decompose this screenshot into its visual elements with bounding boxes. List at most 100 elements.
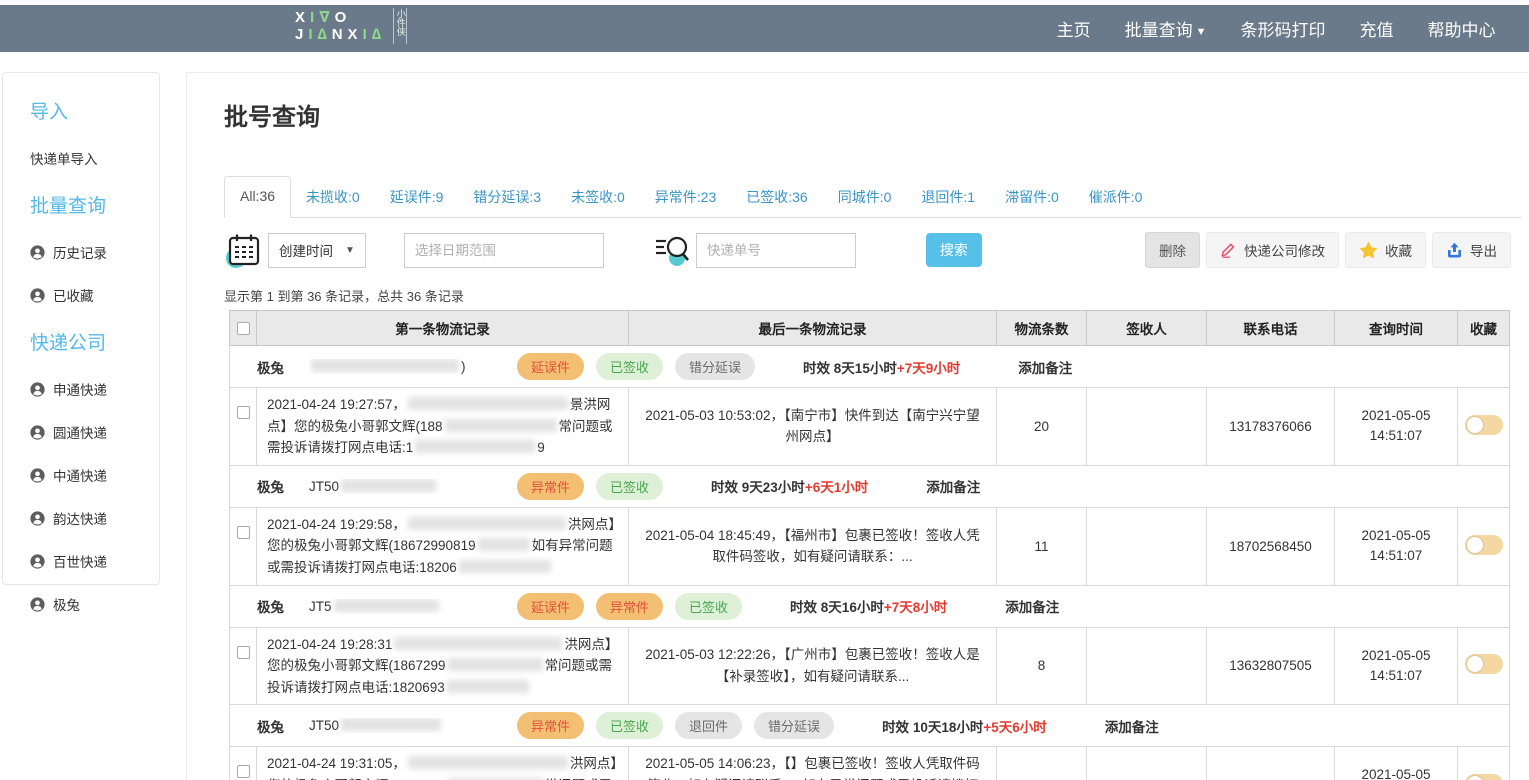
last-record-cell: 2021-05-03 12:22:26，【广州市】包裹已签收！签收人是【补录签收… [629,627,997,705]
shipment-summary: 极兔)延误件已签收错分延误时效 8天15小时+7天9小时添加备注 [230,353,1509,380]
first-record-cell: 2021-04-24 19:29:58，洪网点】您的极兔小哥郭文辉(186729… [257,507,629,585]
record-text: 2021-04-24 19:29:58， [267,517,406,532]
row-checkbox[interactable] [237,646,250,659]
record-text: 2021-04-24 19:27:57， [267,397,406,412]
page-title: 批号查询 [224,97,1521,132]
column-header-4: 联系电话 [1207,311,1335,346]
last-record-cell: 2021-05-04 18:45:49，【福州市】包裹已签收！签收人凭取件码签收… [629,507,997,585]
sidebar-heading-couriers: 快递公司 [30,328,159,355]
add-note-link[interactable]: 添加备注 [1018,357,1072,377]
nav-item-help-center[interactable]: 帮助中心 [1428,16,1496,41]
favorite-toggle[interactable] [1465,654,1503,674]
export-button[interactable]: 导出 [1432,232,1511,268]
tab-delayed[interactable]: 延误件:9 [375,176,459,218]
logistics-count-cell: 12 [997,747,1087,780]
sidebar-item-jitu[interactable]: 极兔 [30,594,159,614]
tab-missort-delay[interactable]: 错分延误:3 [458,176,556,218]
courier-name: 极兔 [257,716,284,736]
tracking-number: JT50 [309,479,481,494]
row-checkbox[interactable] [237,526,250,539]
query-clock: 14:51:07 [1335,426,1457,446]
calendar-icon [224,231,264,269]
row-select-cell [230,388,257,466]
add-note-link[interactable]: 添加备注 [1005,596,1059,616]
shipment-summary-row: 极兔JT50异常件已签收时效 9天23小时+6天1小时添加备注 [230,465,1510,507]
aging-time: 时效 8天15小时+7天9小时 [803,357,960,377]
tracking-number: ) [309,359,481,374]
time-field-select[interactable]: 创建时间 ▼ [268,233,366,268]
favorite-toggle[interactable] [1465,774,1503,780]
nav-item-batch-query[interactable]: 批量查询▼ [1125,16,1207,41]
sidebar-item-baishi[interactable]: 百世快递 [30,551,159,571]
signer-cell [1087,627,1207,705]
sidebar-item-shentong[interactable]: 申通快递 [30,379,159,399]
sidebar-item-label: 申通快递 [53,379,107,399]
tab-returned[interactable]: 退回件:1 [906,176,990,218]
status-badge-success: 已签收 [596,712,663,739]
sidebar-item-favorites[interactable]: 已收藏 [30,285,159,305]
date-range-input[interactable] [404,233,604,268]
tab-same-city[interactable]: 同城件:0 [823,176,907,218]
logistics-count-cell: 8 [997,627,1087,705]
sidebar-item-yuantong[interactable]: 圆通快递 [30,422,159,442]
record-text: JT50 [309,718,339,733]
query-time-cell: 2021-05-0514:51:07 [1335,507,1458,585]
sidebar-item-label: 圆通快递 [53,422,107,442]
tracking-number-input[interactable] [696,233,856,268]
aging-time: 时效 8天16小时+7天8小时 [790,596,947,616]
favorite-toggle[interactable] [1465,415,1503,435]
status-badges: 延误件异常件已签收 [517,593,742,620]
modify-courier-button[interactable]: 快递公司修改 [1206,232,1339,268]
add-note-link[interactable]: 添加备注 [1105,716,1159,736]
shipment-summary-cell: 极兔JT50异常件已签收退回件错分延误时效 10天18小时+5天6小时添加备注 [230,705,1510,747]
favorite-toggle[interactable] [1465,535,1503,555]
pencil-icon [1220,242,1237,258]
status-badge-warning: 异常件 [596,593,663,620]
courier-name: 极兔 [257,476,284,496]
app-logo[interactable]: XI∇O JI∆NXI∆ 小件侠 [295,8,407,44]
tab-all[interactable]: All:36 [224,176,291,218]
query-date: 2021-05-05 [1335,646,1457,666]
aging-time: 时效 10天18小时+5天6小时 [882,716,1047,736]
sidebar-item-label: 韵达快递 [53,508,107,528]
row-select-cell [230,507,257,585]
search-button[interactable]: 搜索 [926,233,982,267]
tracking-number: JT50 [309,718,481,733]
tab-urge-dispatch[interactable]: 催派件:0 [1074,176,1158,218]
nav-item-home[interactable]: 主页 [1057,16,1091,41]
delete-button[interactable]: 删除 [1145,232,1200,268]
status-badge-default: 错分延误 [675,353,755,380]
aging-overdue: +5天6小时 [983,720,1046,735]
aging-overdue: +7天8小时 [884,600,947,615]
nav-menu: 主页批量查询▼条形码打印充值帮助中心1 [1057,16,1529,41]
status-badge-default: 错分延误 [754,712,834,739]
phone-cell: 13178376066 [1207,388,1335,466]
sidebar-item-yunda[interactable]: 韵达快递 [30,508,159,528]
row-checkbox[interactable] [237,406,250,419]
redacted-tracking [334,599,439,612]
tab-not-collected[interactable]: 未揽收:0 [291,176,375,218]
nav-item-recharge[interactable]: 充值 [1360,16,1394,41]
status-badge-warning: 延误件 [517,593,584,620]
aging-overdue: +6天1小时 [805,480,868,495]
magnifier-icon [654,232,692,268]
sidebar-item-history[interactable]: 历史记录 [30,242,159,262]
tab-not-signed[interactable]: 未签收:0 [556,176,640,218]
select-all-checkbox[interactable] [237,322,250,335]
tab-stranded[interactable]: 滞留件:0 [990,176,1074,218]
action-label: 快递公司修改 [1244,240,1325,260]
shipment-summary-row: 极兔JT5延误件异常件已签收时效 8天16小时+7天8小时添加备注 [230,585,1510,627]
sidebar-section-batch-query: 批量查询历史记录已收藏 [30,191,159,305]
tab-abnormal[interactable]: 异常件:23 [640,176,731,218]
logo-line1: XI∇O [295,9,386,26]
row-checkbox[interactable] [237,765,250,778]
tab-signed[interactable]: 已签收:36 [731,176,822,218]
sidebar-item-waybill-import[interactable]: 快递单导入 [30,148,159,168]
sidebar-item-zhongtong[interactable]: 中通快递 [30,465,159,485]
shipment-detail-row: 2021-04-24 19:29:58，洪网点】您的极兔小哥郭文辉(186729… [230,507,1510,585]
favorite-button[interactable]: 收藏 [1345,232,1426,268]
user-circle-icon [30,382,45,397]
nav-item-barcode-print[interactable]: 条形码打印 [1241,16,1326,41]
add-note-link[interactable]: 添加备注 [926,476,980,496]
user-circle-icon [30,511,45,526]
